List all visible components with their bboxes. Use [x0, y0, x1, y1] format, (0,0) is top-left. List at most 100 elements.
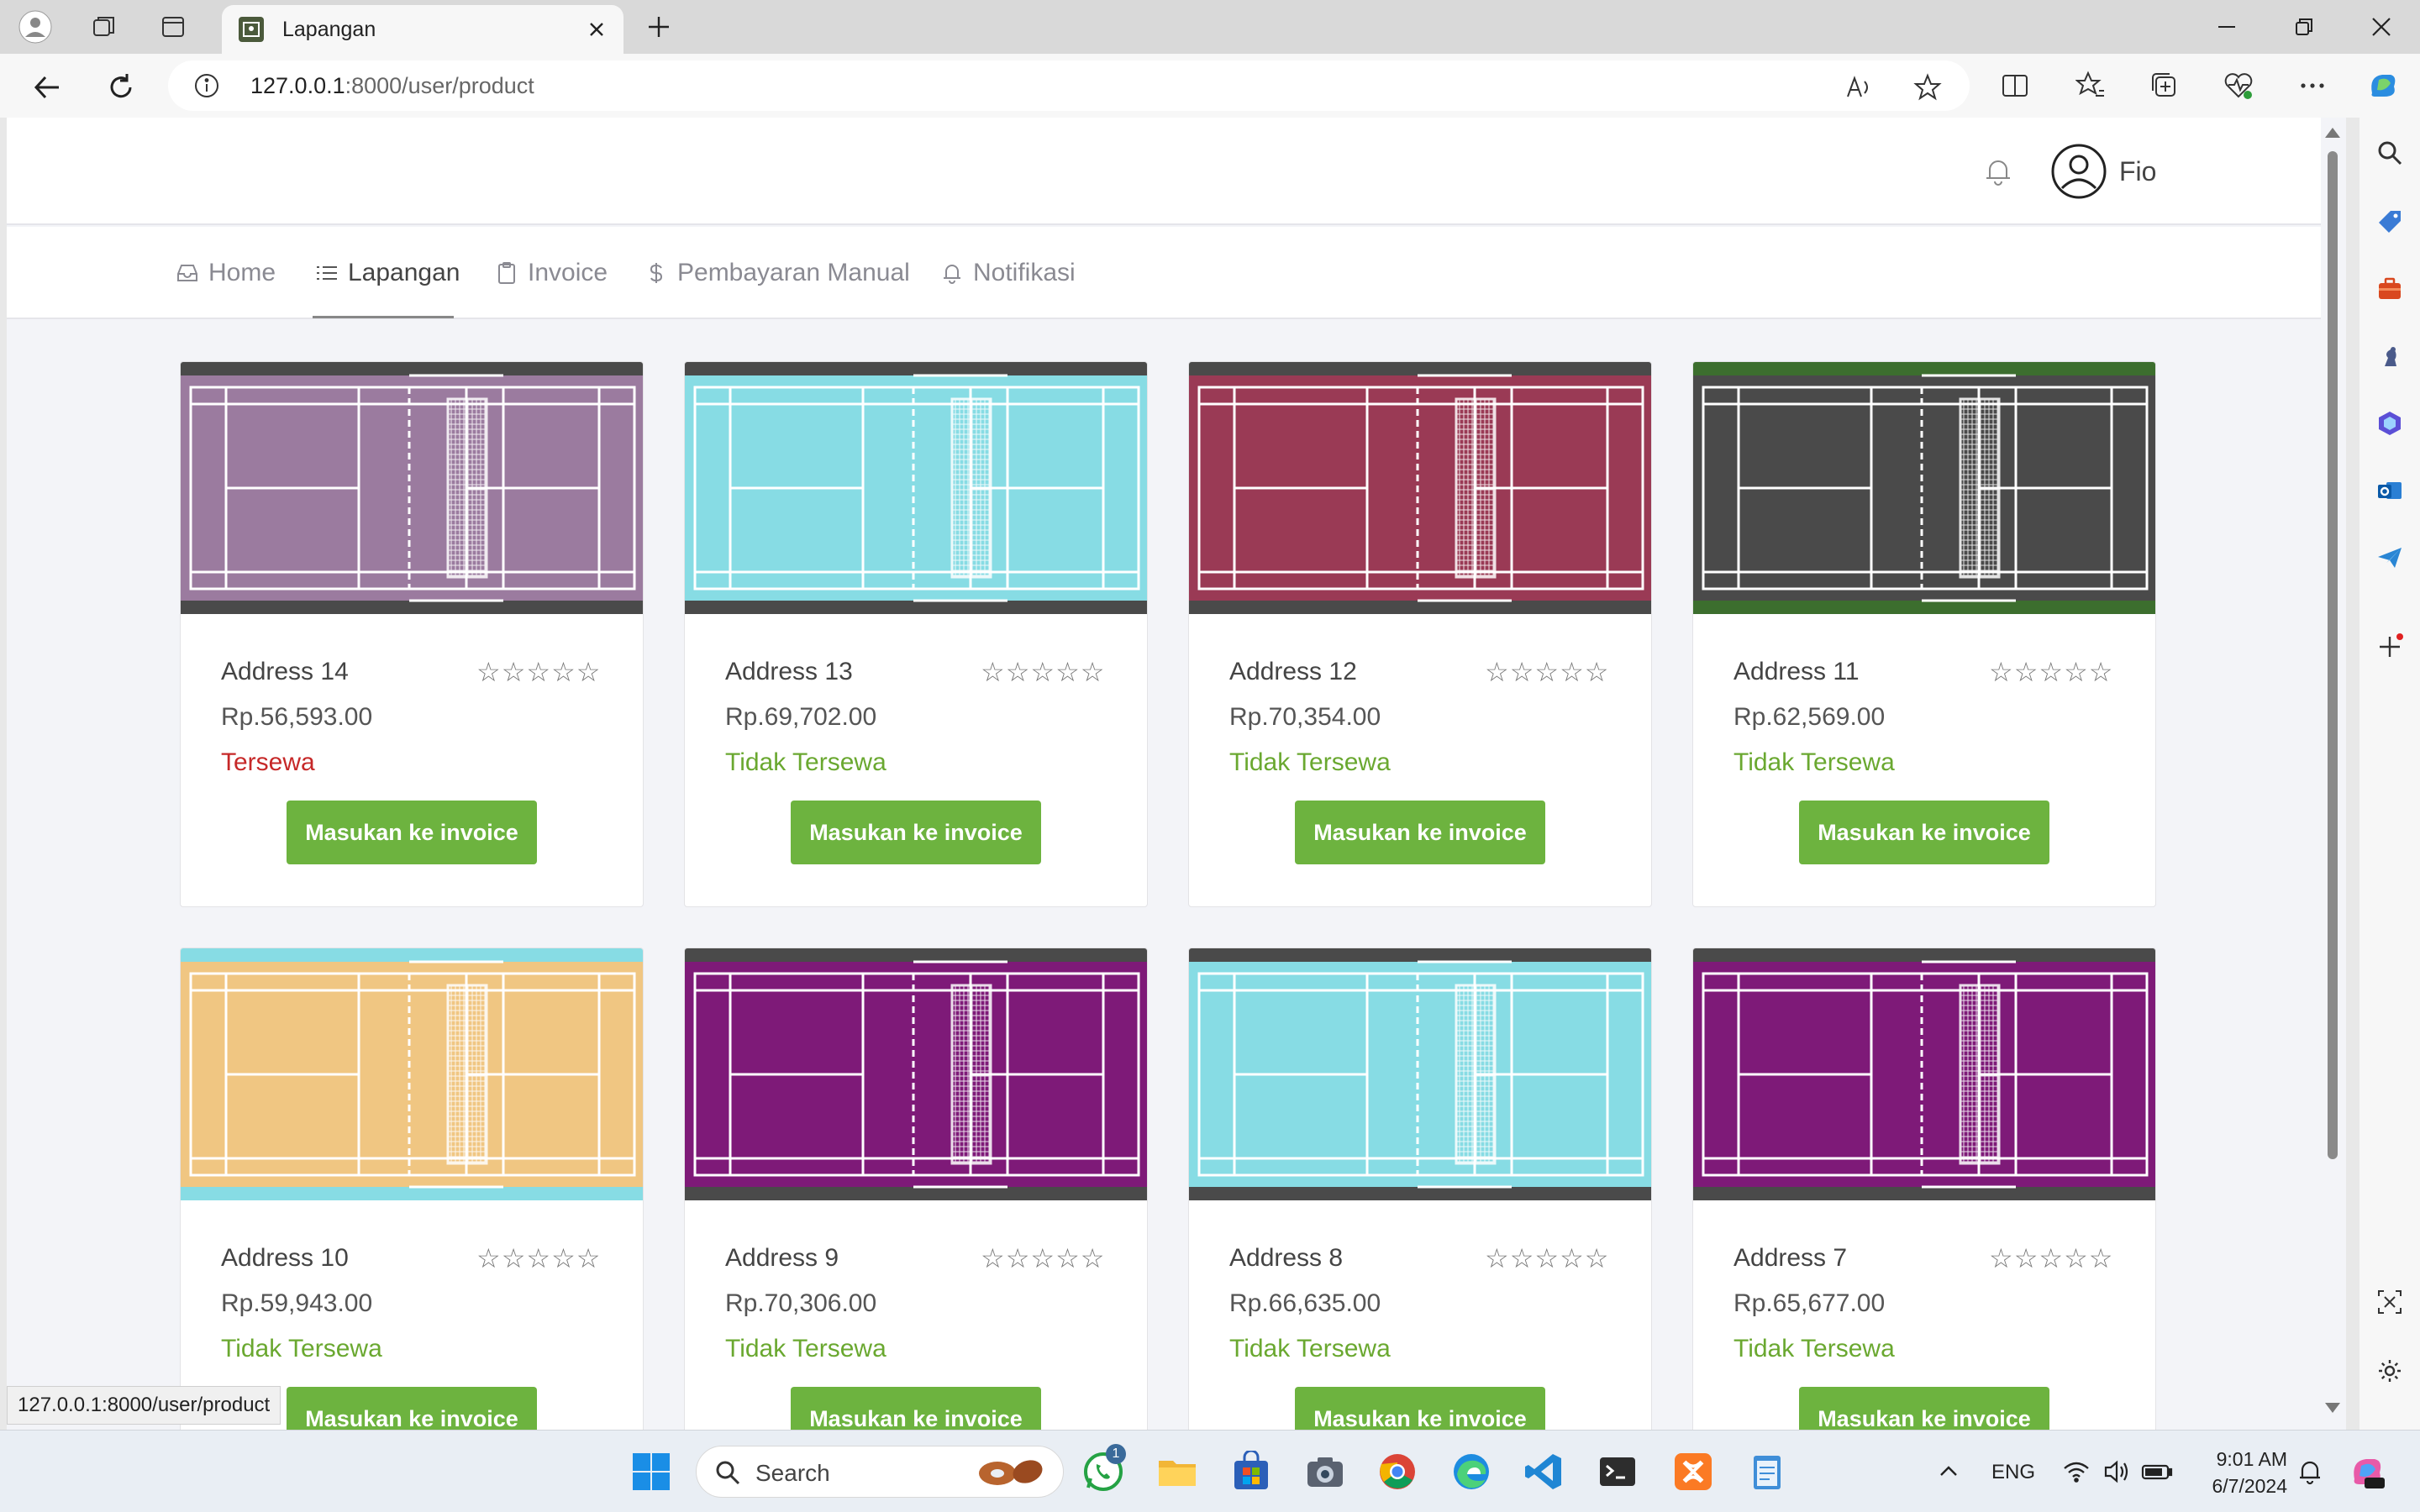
settings-gear-icon[interactable]: [2375, 1356, 2405, 1386]
more-menu-icon[interactable]: [2294, 67, 2331, 104]
reload-icon[interactable]: [103, 69, 139, 106]
tab-actions-icon[interactable]: [156, 10, 190, 44]
split-screen-icon[interactable]: [1996, 67, 2033, 104]
url-path: :8000/user/product: [345, 73, 534, 98]
chrome-icon[interactable]: [1375, 1449, 1420, 1494]
favorites-icon[interactable]: [2072, 67, 2109, 104]
add-to-invoice-button[interactable]: Masukan ke invoice: [287, 1387, 537, 1430]
main-nav: Home Lapangan Invoice Pembayaran Manual …: [7, 227, 2321, 319]
site-favicon-icon: [239, 17, 264, 42]
close-window-icon[interactable]: [2356, 8, 2407, 45]
add-sidebar-app-icon[interactable]: [2375, 632, 2405, 662]
court-image[interactable]: [1693, 948, 2155, 1200]
rating-stars[interactable]: ☆☆☆☆☆: [1989, 656, 2113, 688]
rating-stars[interactable]: ☆☆☆☆☆: [1989, 1242, 2113, 1274]
file-explorer-icon[interactable]: [1155, 1449, 1200, 1494]
add-to-invoice-button[interactable]: Masukan ke invoice: [791, 801, 1041, 864]
new-tab-icon[interactable]: [642, 10, 676, 44]
page-scrollbar[interactable]: [2321, 118, 2346, 1430]
close-tab-icon[interactable]: [580, 13, 613, 46]
chevron-up-icon[interactable]: [1926, 1449, 1971, 1494]
games-chess-icon[interactable]: [2375, 341, 2405, 371]
vscode-icon[interactable]: [1521, 1449, 1566, 1494]
browser-tab-bar: Lapangan: [0, 0, 2420, 54]
screenshot-icon[interactable]: [2375, 1287, 2405, 1317]
nav-item-label: Invoice: [528, 259, 608, 286]
court-image[interactable]: [685, 948, 1147, 1200]
product-address: Address 8: [1229, 1244, 1344, 1272]
copilot-icon[interactable]: [2365, 67, 2402, 104]
microsoft-store-icon[interactable]: [1228, 1449, 1274, 1494]
product-card: Address 8 ☆☆☆☆☆ Rp.66,635.00 Tidak Tersewa M…: [1188, 948, 1652, 1430]
nav-item-pembayaran-manual[interactable]: Pembayaran Manual: [644, 227, 910, 319]
court-image[interactable]: [181, 362, 643, 614]
minimize-icon[interactable]: [2202, 8, 2252, 45]
whatsapp-icon[interactable]: 1: [1081, 1444, 1126, 1494]
scroll-down-arrow-icon[interactable]: [2325, 1403, 2340, 1413]
rating-stars[interactable]: ☆☆☆☆☆: [981, 656, 1105, 688]
battery-icon[interactable]: [2134, 1449, 2180, 1494]
profile-icon[interactable]: [18, 10, 52, 44]
site-info-icon[interactable]: [193, 72, 220, 99]
m365-icon[interactable]: [2375, 408, 2405, 438]
performance-icon[interactable]: [2220, 67, 2257, 104]
terminal-icon[interactable]: [1595, 1449, 1640, 1494]
court-image[interactable]: [1189, 948, 1651, 1200]
wifi-icon[interactable]: [2054, 1449, 2099, 1494]
camera-icon[interactable]: [1302, 1449, 1348, 1494]
volume-icon[interactable]: [2094, 1449, 2139, 1494]
nav-item-lapangan[interactable]: Lapangan: [314, 227, 460, 319]
add-to-invoice-button[interactable]: Masukan ke invoice: [1799, 801, 2049, 864]
restore-icon[interactable]: [2279, 8, 2329, 45]
court-image[interactable]: [685, 362, 1147, 614]
product-address: Address 12: [1229, 658, 1357, 685]
xampp-icon[interactable]: [1670, 1449, 1716, 1494]
taskbar-search-box[interactable]: Search: [696, 1446, 1064, 1498]
active-tab[interactable]: Lapangan: [222, 5, 623, 54]
language-indicator[interactable]: ENG: [1991, 1461, 2035, 1484]
add-to-invoice-button[interactable]: Masukan ke invoice: [791, 1387, 1041, 1430]
browser-address-bar: 127.0.0.1:8000/user/product: [0, 54, 2420, 118]
court-image[interactable]: [1693, 362, 2155, 614]
nav-item-notifikasi[interactable]: Notifikasi: [939, 227, 1076, 319]
notification-bell-icon[interactable]: [1981, 155, 2015, 188]
nav-item-home[interactable]: Home: [175, 227, 276, 319]
collections-icon[interactable]: [2146, 67, 2183, 104]
rating-stars[interactable]: ☆☆☆☆☆: [1485, 1242, 1609, 1274]
rating-stars[interactable]: ☆☆☆☆☆: [1485, 656, 1609, 688]
workspaces-icon[interactable]: [87, 10, 121, 44]
bell-icon: [939, 260, 965, 286]
add-to-invoice-button[interactable]: Masukan ke invoice: [1295, 1387, 1545, 1430]
scrollbar-thumb[interactable]: [2328, 151, 2338, 1159]
read-aloud-icon[interactable]: [1842, 71, 1876, 104]
add-to-invoice-button[interactable]: Masukan ke invoice: [1295, 801, 1545, 864]
scroll-up-arrow-icon[interactable]: [2325, 128, 2340, 138]
favorite-star-icon[interactable]: [1911, 71, 1944, 104]
shopping-tag-icon[interactable]: [2375, 207, 2405, 237]
rating-stars[interactable]: ☆☆☆☆☆: [476, 1242, 601, 1274]
active-tab-underline: [313, 316, 454, 318]
search-highlight-icon: [979, 1460, 1043, 1485]
user-name[interactable]: Fio: [2119, 156, 2156, 187]
url-field[interactable]: 127.0.0.1:8000/user/product: [168, 60, 1970, 111]
tools-briefcase-icon[interactable]: [2375, 274, 2405, 304]
rating-stars[interactable]: ☆☆☆☆☆: [981, 1242, 1105, 1274]
windows-start-icon[interactable]: [629, 1449, 674, 1494]
nav-item-invoice[interactable]: Invoice: [494, 227, 608, 319]
add-to-invoice-button[interactable]: Masukan ke invoice: [1799, 1387, 2049, 1430]
search-icon[interactable]: [2375, 138, 2405, 168]
product-card: Address 9 ☆☆☆☆☆ Rp.70,306.00 Tidak Tersewa M…: [684, 948, 1148, 1430]
user-avatar-icon[interactable]: [2050, 143, 2107, 200]
notification-center-icon[interactable]: [2287, 1449, 2333, 1494]
notepad-icon[interactable]: [1744, 1449, 1790, 1494]
send-icon[interactable]: [2375, 543, 2405, 573]
back-icon[interactable]: [29, 69, 66, 106]
outlook-icon[interactable]: [2375, 475, 2405, 506]
court-image[interactable]: [181, 948, 643, 1200]
add-to-invoice-button[interactable]: Masukan ke invoice: [287, 801, 537, 864]
rating-stars[interactable]: ☆☆☆☆☆: [476, 656, 601, 688]
edge-browser-icon[interactable]: [1449, 1449, 1494, 1494]
system-clock[interactable]: 9:01 AM 6/7/2024: [2195, 1446, 2287, 1499]
copilot-taskbar-icon[interactable]: [2344, 1449, 2390, 1494]
court-image[interactable]: [1189, 362, 1651, 614]
